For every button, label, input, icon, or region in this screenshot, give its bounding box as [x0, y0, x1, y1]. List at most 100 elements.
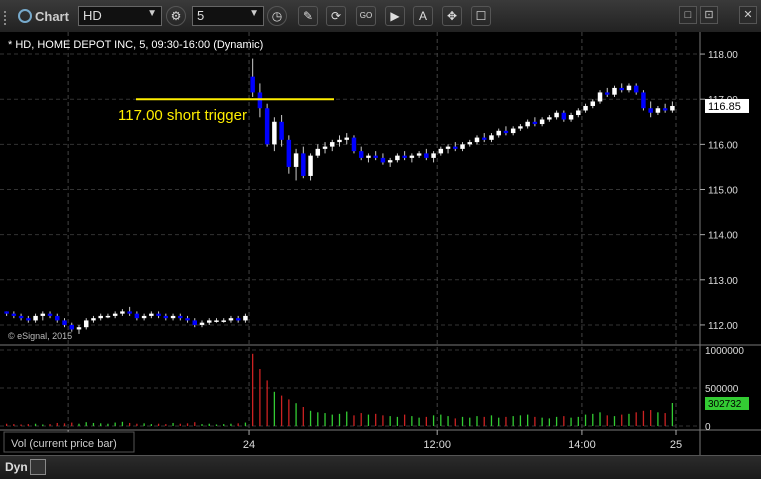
candle-body: [510, 128, 516, 134]
price-tick-label: 112.00: [708, 321, 738, 332]
price-tick-label: 113.00: [708, 276, 738, 287]
candle-body: [583, 105, 588, 111]
candle-body: [120, 311, 125, 314]
candle-body: [503, 130, 509, 134]
candle-body: [351, 137, 357, 152]
candle-body: [619, 87, 624, 91]
candle-body: [127, 311, 132, 314]
lock-icon[interactable]: [30, 459, 46, 475]
candle-body: [170, 315, 176, 319]
candle-body: [561, 112, 567, 120]
candle-body: [26, 318, 31, 321]
candle-body: [576, 110, 581, 116]
crosshair-button[interactable]: ✥: [442, 6, 462, 26]
candle-body: [272, 121, 277, 145]
candle-body: [91, 318, 96, 321]
candle-body: [105, 315, 111, 318]
chevron-down-icon[interactable]: ▼: [249, 8, 259, 19]
status-bar: Dyn: [0, 455, 761, 479]
candle-body: [98, 315, 103, 319]
candle-body: [453, 146, 458, 149]
drag-grip-icon[interactable]: [4, 10, 14, 25]
volume-last-label: 302732: [708, 399, 742, 410]
dynamic-mode-label: Dyn: [5, 460, 28, 474]
time-tick-label: 24: [243, 439, 255, 451]
candle-body: [626, 85, 632, 91]
window-title-label: Chart: [35, 9, 69, 24]
candle-body: [518, 126, 523, 129]
candle-body: [134, 313, 140, 319]
candle-body: [568, 115, 574, 120]
candle-body: [387, 160, 393, 163]
candle-body: [214, 320, 219, 322]
close-button[interactable]: ✕: [739, 6, 757, 24]
candle-body: [424, 153, 429, 158]
candle-body: [474, 137, 480, 143]
candle-body: [525, 121, 530, 127]
candle-body: [633, 85, 639, 93]
candle-body: [76, 327, 82, 330]
candle-body: [83, 320, 89, 328]
candle-body: [141, 315, 147, 319]
candle-body: [662, 108, 668, 111]
goto-button[interactable]: GO: [356, 6, 376, 26]
time-tick-label: 12:00: [423, 439, 451, 451]
candle-body: [641, 92, 646, 109]
candle-body: [178, 315, 183, 319]
volume-tick-label: 1000000: [705, 346, 744, 357]
clock-button[interactable]: ◷: [267, 6, 287, 26]
last-price-label: 116.85: [708, 101, 741, 113]
candle-body: [69, 324, 74, 330]
watermark: © eSignal, 2015: [8, 331, 72, 341]
candle-body: [402, 155, 407, 158]
candle-body: [496, 130, 501, 136]
candle-body: [33, 315, 38, 321]
comment-button[interactable]: ☐: [471, 6, 491, 26]
candle-body: [112, 313, 118, 316]
candle-body: [481, 137, 487, 140]
draw-tool-button[interactable]: ✎: [298, 6, 318, 26]
link-settings-button[interactable]: ⚙: [166, 6, 186, 26]
candle-body: [47, 313, 53, 316]
maximize-button[interactable]: ⊡: [700, 6, 718, 24]
candle-body: [380, 157, 386, 163]
candle-body: [337, 139, 342, 143]
price-tick-label: 115.00: [708, 186, 738, 197]
candle-body: [605, 92, 610, 95]
restore-button[interactable]: □: [679, 6, 697, 24]
price-chart[interactable]: 118.00117.00116.00115.00114.00113.00112.…: [0, 32, 761, 455]
candle-body: [547, 117, 552, 120]
candle-body: [62, 320, 67, 325]
candle-body: [279, 121, 284, 140]
candle-body: [395, 155, 400, 161]
interval-input[interactable]: 5 ▼: [192, 6, 264, 26]
candle-body: [322, 146, 328, 149]
candle-body: [358, 151, 364, 158]
alert-button[interactable]: A: [413, 6, 433, 26]
candle-body: [554, 112, 559, 118]
candle-body: [149, 313, 154, 316]
short-trigger-label: 117.00 short trigger: [118, 107, 247, 124]
time-tick-label: 14:00: [568, 439, 596, 451]
candle-body: [460, 144, 465, 149]
symbol-input[interactable]: HD ▼: [78, 6, 162, 26]
chart-toolbar: Chart HD ▼ ⚙ 5 ▼ ◷ ✎ ⟳ GO ▶ A ✥ ☐ □ ⊡ ✕: [0, 0, 761, 33]
window-title: Chart: [4, 7, 69, 25]
play-button[interactable]: ▶: [385, 6, 405, 26]
candle-body: [235, 318, 241, 321]
candle-body: [489, 135, 494, 140]
candle-body: [301, 153, 306, 176]
symbol-value: HD: [83, 8, 102, 23]
price-tick-label: 114.00: [708, 231, 738, 242]
candle-body: [648, 108, 653, 113]
candle-body: [670, 105, 675, 111]
candle-body: [221, 320, 226, 322]
refresh-button[interactable]: ⟳: [326, 6, 346, 26]
candle-body: [612, 87, 617, 95]
chevron-down-icon[interactable]: ▼: [147, 8, 157, 19]
candle-body: [55, 315, 60, 321]
candle-body: [539, 119, 545, 125]
candle-body: [330, 142, 335, 147]
candle-body: [445, 146, 451, 149]
candle-body: [438, 148, 444, 154]
